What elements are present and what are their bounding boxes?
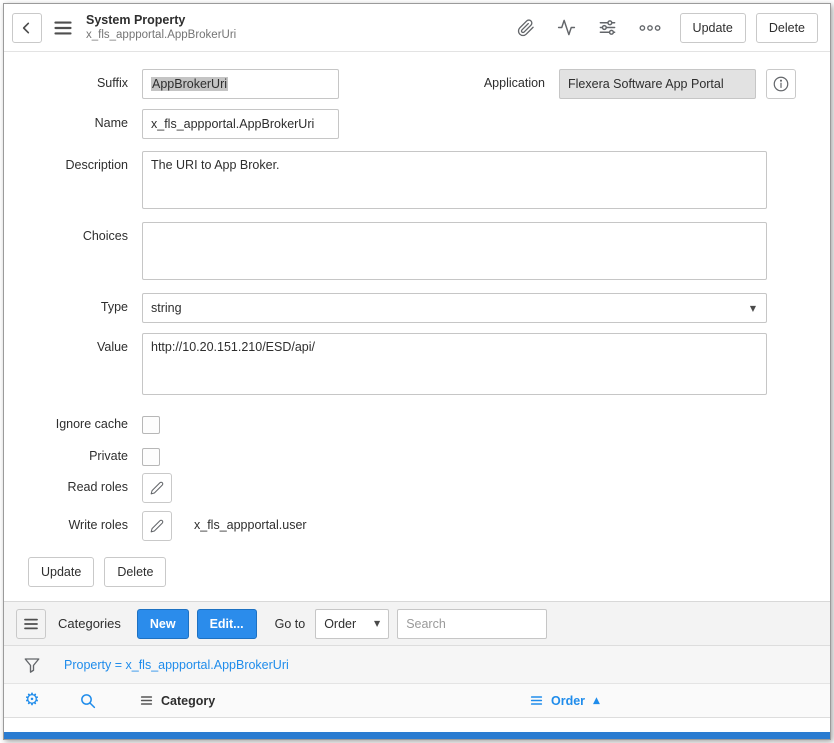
- application-label: Application: [484, 69, 545, 99]
- list-context-menu-button[interactable]: [16, 609, 46, 639]
- goto-select[interactable]: Order ▼: [315, 609, 389, 639]
- column-label-order: Order: [551, 694, 585, 708]
- form-header: System Property x_fls_appportal.AppBroke…: [4, 4, 830, 52]
- sliders-icon: [598, 18, 617, 37]
- form-button-bar: Update Delete: [28, 557, 830, 587]
- activity-icon: [557, 18, 576, 37]
- column-header-category[interactable]: Category: [140, 694, 530, 708]
- hamburger-icon: [23, 616, 39, 632]
- page-title: System Property: [86, 13, 236, 28]
- type-row: Type string ▼: [12, 293, 830, 323]
- pencil-icon: [150, 519, 164, 533]
- more-icon: [639, 22, 661, 34]
- list-body-empty: [4, 718, 830, 732]
- edit-button[interactable]: Edit...: [197, 609, 257, 639]
- column-menu-icon: [530, 694, 543, 707]
- goto-selected-value: Order: [324, 617, 374, 631]
- application-info-button[interactable]: [766, 69, 796, 99]
- chevron-left-icon: [19, 20, 35, 36]
- related-list-header: Categories New Edit... Go to Order ▼: [4, 602, 830, 646]
- description-textarea[interactable]: The URI to App Broker.: [142, 151, 767, 209]
- value-row: Value http://10.20.151.210/ESD/api/: [12, 333, 830, 395]
- type-select[interactable]: string ▼: [142, 293, 767, 323]
- gear-icon: ⚙: [24, 692, 39, 709]
- choices-textarea[interactable]: [142, 222, 767, 280]
- delete-button[interactable]: Delete: [756, 13, 818, 43]
- more-options-button[interactable]: [636, 19, 664, 37]
- ignore-cache-row: Ignore cache: [12, 410, 830, 434]
- paperclip-icon: [517, 19, 535, 37]
- application-field: Flexera Software App Portal: [559, 69, 756, 99]
- list-horizontal-scrollbar[interactable]: [4, 732, 830, 739]
- application-group: Application Flexera Software App Portal: [484, 69, 796, 99]
- read-roles-label: Read roles: [12, 473, 128, 503]
- private-checkbox[interactable]: [142, 448, 160, 466]
- attachment-button[interactable]: [514, 16, 538, 40]
- suffix-input[interactable]: AppBrokerUri: [142, 69, 339, 99]
- description-label: Description: [12, 151, 128, 209]
- write-roles-label: Write roles: [12, 511, 128, 541]
- record-form: Suffix AppBrokerUri Application Flexera …: [4, 52, 830, 601]
- filter-breadcrumb-row: Property = x_fls_appportal.AppBrokerUri: [4, 646, 830, 684]
- personalize-form-button[interactable]: [595, 15, 620, 40]
- application-value: Flexera Software App Portal: [568, 77, 724, 91]
- funnel-icon: [23, 656, 41, 674]
- form-update-button[interactable]: Update: [28, 557, 94, 587]
- app-window: System Property x_fls_appportal.AppBroke…: [3, 3, 831, 740]
- name-row: Name: [12, 109, 830, 139]
- new-button[interactable]: New: [137, 609, 189, 639]
- value-textarea[interactable]: http://10.20.151.210/ESD/api/: [142, 333, 767, 395]
- list-search-input[interactable]: [397, 609, 547, 639]
- private-row: Private: [12, 442, 830, 466]
- related-list-categories: Categories New Edit... Go to Order ▼ Pro…: [4, 601, 830, 739]
- record-title-block: System Property x_fls_appportal.AppBroke…: [86, 13, 236, 43]
- list-personalize-button[interactable]: ⚙: [4, 692, 60, 709]
- read-roles-row: Read roles: [12, 473, 830, 503]
- write-roles-value: x_fls_appportal.user: [194, 511, 307, 541]
- page-subtitle: x_fls_appportal.AppBrokerUri: [86, 29, 236, 43]
- dropdown-arrow-icon: ▼: [374, 619, 380, 628]
- related-list-title: Categories: [58, 616, 121, 631]
- update-button[interactable]: Update: [680, 13, 746, 43]
- name-label: Name: [12, 109, 128, 139]
- back-button[interactable]: [12, 13, 42, 43]
- hamburger-icon: [53, 18, 73, 38]
- suffix-row: Suffix AppBrokerUri Application Flexera …: [12, 69, 830, 99]
- pencil-icon: [150, 481, 164, 495]
- value-label: Value: [12, 333, 128, 395]
- activity-stream-button[interactable]: [554, 15, 579, 40]
- write-roles-row: Write roles x_fls_appportal.user: [12, 511, 830, 541]
- search-icon: [79, 692, 97, 710]
- private-label: Private: [12, 442, 128, 466]
- type-label: Type: [12, 293, 128, 323]
- column-menu-icon: [140, 694, 153, 707]
- description-row: Description The URI to App Broker.: [12, 151, 830, 209]
- form-context-menu-button[interactable]: [50, 15, 76, 41]
- type-selected-value: string: [151, 301, 750, 315]
- filter-breadcrumb-link[interactable]: Property = x_fls_appportal.AppBrokerUri: [64, 658, 289, 672]
- column-header-order[interactable]: Order ▲: [530, 694, 830, 708]
- sort-asc-icon: ▲: [593, 696, 600, 706]
- read-roles-edit-button[interactable]: [142, 473, 172, 503]
- suffix-label: Suffix: [12, 69, 128, 99]
- form-delete-button[interactable]: Delete: [104, 557, 166, 587]
- ignore-cache-label: Ignore cache: [12, 410, 128, 434]
- goto-label: Go to: [275, 617, 306, 631]
- column-label-category: Category: [161, 694, 215, 708]
- list-column-header-row: ⚙ Category Order ▲: [4, 684, 830, 718]
- dropdown-arrow-icon: ▼: [750, 304, 756, 313]
- filter-button[interactable]: [20, 653, 44, 677]
- list-search-toggle-button[interactable]: [60, 692, 116, 710]
- choices-row: Choices: [12, 222, 830, 280]
- choices-label: Choices: [12, 222, 128, 280]
- name-input[interactable]: [142, 109, 339, 139]
- suffix-selected-text: AppBrokerUri: [151, 77, 228, 91]
- ignore-cache-checkbox[interactable]: [142, 416, 160, 434]
- info-icon: [772, 75, 790, 93]
- write-roles-edit-button[interactable]: [142, 511, 172, 541]
